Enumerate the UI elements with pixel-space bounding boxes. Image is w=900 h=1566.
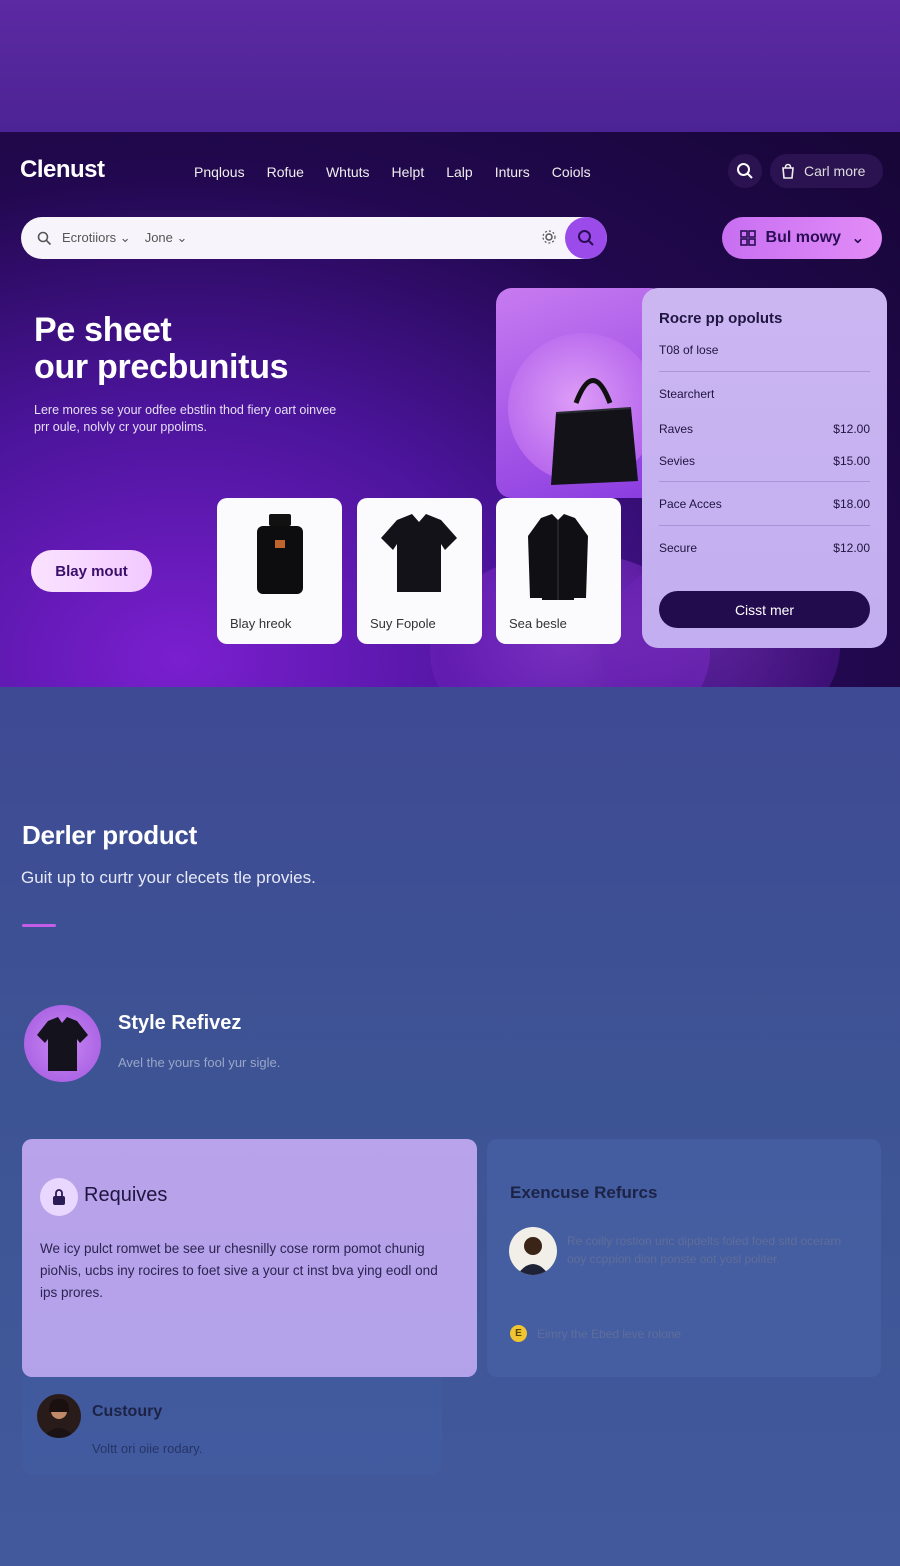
experience-body: Re coilly rostion uric dipdelts foled fo…: [567, 1234, 842, 1266]
search-bar[interactable]: Ecrotiiors ⌄ Jone ⌄: [21, 217, 607, 259]
coin-icon: E: [510, 1325, 527, 1342]
shirt-icon: [37, 1017, 88, 1071]
featured-bag-card[interactable]: [496, 288, 666, 498]
hero-cta-button[interactable]: Blay mout: [31, 550, 152, 592]
search-icon: [578, 230, 594, 246]
panel-row[interactable]: Sevies $15.00: [659, 454, 870, 468]
panel-title: Rocre pp opoluts: [659, 310, 783, 327]
nav-item[interactable]: Helpt: [392, 164, 425, 180]
avatar: [37, 1394, 81, 1438]
experience-footer: E Eimry the Ebed leve rolone: [510, 1325, 681, 1342]
header-search-button[interactable]: [728, 154, 762, 188]
buy-button[interactable]: Bul mowy ⌄: [722, 217, 882, 259]
panel-row[interactable]: Raves $12.00: [659, 422, 870, 436]
handbag-icon: [551, 378, 638, 485]
bag-icon: [782, 163, 794, 179]
filter-dropdown[interactable]: Ecrotiiors ⌄: [62, 230, 131, 246]
requires-title: Requives: [84, 1184, 168, 1206]
product-label: Blay hreok: [230, 616, 292, 631]
cart-label: Carl more: [804, 163, 866, 179]
avatar: [509, 1227, 557, 1275]
section-subtitle: Guit up to curtr your clecets tle provie…: [21, 868, 316, 887]
search-icon: [37, 231, 52, 245]
cart-button[interactable]: Carl more: [770, 154, 883, 188]
requires-card[interactable]: Requives We icy pulct romwet be see ur c…: [22, 1139, 477, 1377]
style-subtitle: Avel the yours fool yur sigle.: [118, 1055, 281, 1070]
nav-item[interactable]: Lalp: [446, 164, 472, 180]
product-label: Sea besle: [509, 616, 567, 631]
experience-title: Exencuse Refurcs: [510, 1183, 658, 1202]
nav-item[interactable]: Rofue: [267, 164, 304, 180]
nav-item[interactable]: Coiols: [552, 164, 591, 180]
chevron-down-icon: ⌄: [851, 230, 865, 247]
lock-icon: [40, 1178, 78, 1216]
customer-subtitle: Voltt ori oiie rodary.: [92, 1441, 203, 1456]
hero-title: Pe sheet our precbunitus: [34, 311, 289, 386]
product-label: Suy Fopole: [370, 616, 436, 631]
requires-body: We icy pulct romwet be see ur chesnilly …: [40, 1241, 438, 1300]
style-avatar: [24, 1005, 101, 1082]
style-title: Style Refivez: [118, 1012, 242, 1034]
checkout-button[interactable]: Cisst mer: [659, 591, 870, 628]
panel-section-label: Stearchert: [659, 387, 715, 401]
section-title: Derler product: [22, 820, 197, 850]
search-icon: [737, 163, 753, 179]
perfume-bottle-icon: [257, 514, 303, 594]
gear-icon[interactable]: [541, 229, 557, 245]
nav-item[interactable]: Inturs: [495, 164, 530, 180]
hero-section: Clenust Pnqlous Rofue Whtuts Helpt Lalp …: [0, 132, 900, 687]
panel-row[interactable]: Secure $12.00: [659, 541, 870, 555]
customer-card[interactable]: Custoury Voltt ori oiie rodary.: [22, 1377, 442, 1475]
product-card[interactable]: Blay hreok: [217, 498, 342, 644]
jacket-icon: [528, 514, 588, 600]
nav-item[interactable]: Pnqlous: [194, 164, 245, 180]
experience-card[interactable]: Exencuse Refurcs Re coilly rostion uric …: [487, 1139, 881, 1377]
panel-subtitle: T08 of lose: [659, 343, 719, 357]
section-divider: [22, 924, 56, 927]
main-nav: Pnqlous Rofue Whtuts Helpt Lalp Inturs C…: [194, 164, 591, 180]
logo[interactable]: Clenust: [20, 156, 105, 184]
nav-item[interactable]: Whtuts: [326, 164, 370, 180]
customer-title: Custoury: [92, 1403, 163, 1420]
recommend-panel: Rocre pp opoluts T08 of lose Stearchert …: [642, 288, 887, 648]
filter-dropdown[interactable]: Jone ⌄: [145, 230, 188, 246]
panel-row[interactable]: Pace Acces $18.00: [659, 497, 870, 511]
grid-icon: [739, 230, 756, 246]
top-band: [0, 0, 900, 132]
hero-subtitle: Lere mores se your odfee ebstlin thod fi…: [34, 403, 337, 434]
polo-shirt-icon: [381, 514, 457, 592]
search-submit-button[interactable]: [565, 217, 607, 259]
product-card[interactable]: Sea besle: [496, 498, 621, 644]
product-card[interactable]: Suy Fopole: [357, 498, 482, 644]
buy-label: Bul mowy: [765, 229, 842, 246]
